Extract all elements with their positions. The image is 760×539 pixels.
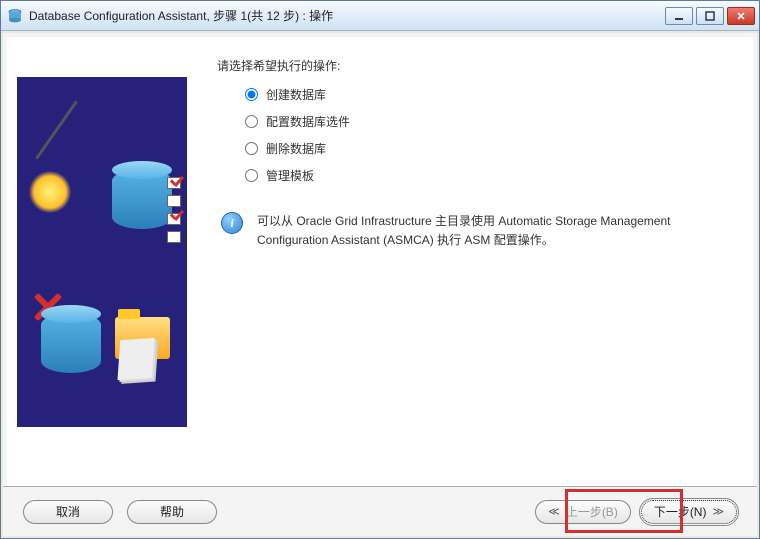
radio-label: 配置数据库选件	[266, 113, 350, 130]
database-icon	[41, 313, 101, 373]
wizard-sidebar-image	[17, 77, 187, 427]
maximize-button[interactable]	[696, 7, 724, 25]
button-label: 上一步(B)	[566, 503, 618, 520]
check-icon	[168, 211, 186, 225]
checkbox-icon	[167, 195, 181, 207]
chevron-right-icon: ≫	[712, 505, 724, 518]
button-label: 下一步(N)	[654, 503, 707, 520]
cancel-button[interactable]: 取消	[23, 500, 113, 524]
radio-input-delete[interactable]	[245, 142, 258, 155]
radio-delete-database[interactable]: 删除数据库	[245, 140, 723, 157]
titlebar: Database Configuration Assistant, 步骤 1(共…	[1, 1, 759, 31]
app-icon	[7, 8, 23, 24]
info-panel: i 可以从 Oracle Grid Infrastructure 主目录使用 A…	[221, 212, 723, 250]
database-icon	[112, 169, 172, 229]
radio-input-create[interactable]	[245, 88, 258, 101]
radio-label: 管理模板	[266, 167, 314, 184]
wand-icon	[35, 100, 78, 159]
radio-manage-templates[interactable]: 管理模板	[245, 167, 723, 184]
content-area: 请选择希望执行的操作: 创建数据库 配置数据库选件 删除数据库 管理模板	[3, 33, 757, 486]
radio-input-manage[interactable]	[245, 169, 258, 182]
prompt-label: 请选择希望执行的操作:	[217, 57, 723, 74]
radio-configure-options[interactable]: 配置数据库选件	[245, 113, 723, 130]
info-icon: i	[221, 212, 243, 234]
info-glyph: i	[230, 216, 233, 231]
wizard-button-bar: 取消 帮助 ≪ 上一步(B) 下一步(N) ≫	[3, 486, 757, 536]
close-button[interactable]	[727, 7, 755, 25]
minimize-button[interactable]	[665, 7, 693, 25]
next-button[interactable]: 下一步(N) ≫	[641, 500, 737, 524]
star-icon	[25, 167, 75, 217]
button-label: 帮助	[160, 503, 184, 520]
radio-label: 删除数据库	[266, 140, 326, 157]
info-text: 可以从 Oracle Grid Infrastructure 主目录使用 Aut…	[257, 212, 723, 250]
help-button[interactable]: 帮助	[127, 500, 217, 524]
back-button[interactable]: ≪ 上一步(B)	[535, 500, 631, 524]
documents-icon	[117, 338, 154, 380]
button-label: 取消	[56, 503, 80, 520]
checkbox-icon	[167, 231, 181, 243]
radio-label: 创建数据库	[266, 86, 326, 103]
operation-radio-group: 创建数据库 配置数据库选件 删除数据库 管理模板	[245, 86, 723, 184]
radio-input-configure[interactable]	[245, 115, 258, 128]
window-title: Database Configuration Assistant, 步骤 1(共…	[29, 7, 665, 24]
main-panel: 请选择希望执行的操作: 创建数据库 配置数据库选件 删除数据库 管理模板	[187, 37, 753, 486]
check-icon	[168, 177, 186, 191]
radio-create-database[interactable]: 创建数据库	[245, 86, 723, 103]
window-controls	[665, 7, 755, 25]
chevron-left-icon: ≪	[548, 505, 560, 518]
app-window: Database Configuration Assistant, 步骤 1(共…	[0, 0, 760, 539]
